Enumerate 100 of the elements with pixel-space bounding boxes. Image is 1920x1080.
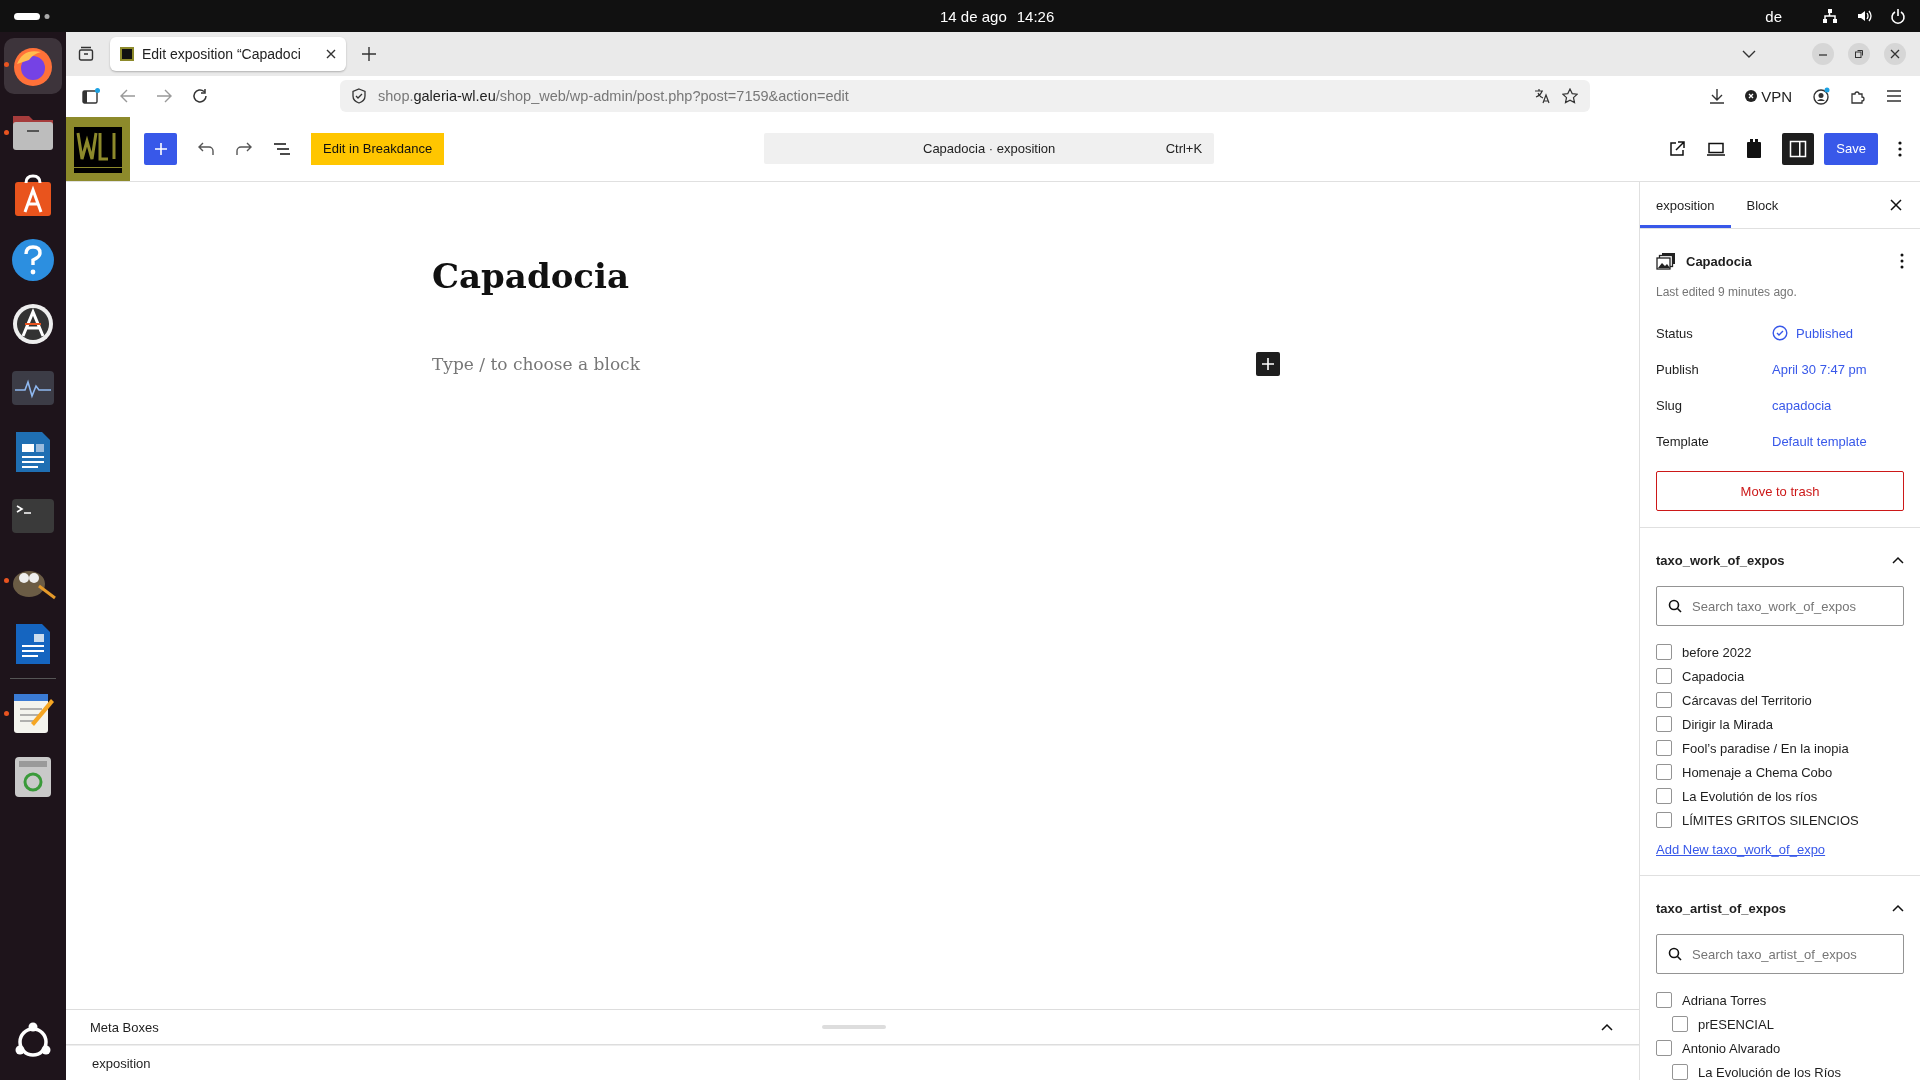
checkbox[interactable]: [1656, 644, 1672, 660]
site-logo-icon: [120, 47, 134, 61]
sidebar-icon[interactable]: [82, 88, 100, 104]
panel-title[interactable]: taxo_work_of_expos: [1656, 552, 1785, 568]
checkbox[interactable]: [1656, 764, 1672, 780]
star-icon[interactable]: [1562, 88, 1578, 104]
forward-icon[interactable]: [156, 89, 172, 103]
save-button[interactable]: Save: [1824, 132, 1878, 165]
keyboard-layout[interactable]: de: [1765, 7, 1782, 25]
field-link[interactable]: capadocia: [1772, 397, 1832, 413]
term-label: Cárcavas del Territorio: [1682, 692, 1812, 708]
activities-icon[interactable]: [14, 11, 50, 21]
chevron-down-icon[interactable]: [1742, 50, 1756, 58]
activity-monitor-icon[interactable]: [11, 370, 55, 406]
edit-in-breakdance-button[interactable]: Edit in Breakdance: [311, 132, 445, 165]
redo-icon[interactable]: [235, 141, 253, 156]
shield-icon: [352, 88, 366, 104]
settings-panel-toggle[interactable]: [1782, 132, 1815, 165]
back-icon[interactable]: [120, 89, 136, 103]
restore-button[interactable]: [1848, 43, 1870, 65]
more-options-icon[interactable]: [1898, 140, 1902, 157]
checkbox[interactable]: [1656, 668, 1672, 684]
field-label: Publish: [1656, 361, 1700, 377]
move-to-trash-button[interactable]: Move to trash: [1656, 471, 1904, 511]
close-icon[interactable]: [1890, 199, 1902, 211]
term-label: Homenaje a Chema Cobo: [1682, 764, 1833, 780]
restore-icon: [1854, 49, 1864, 59]
plus-icon: [152, 140, 169, 157]
search-icon: [1668, 599, 1682, 613]
laptop-icon[interactable]: [1706, 141, 1727, 156]
search-icon: [1668, 947, 1682, 961]
minimize-button[interactable]: [1812, 43, 1834, 65]
command-bar[interactable]: Capadocia · exposition Ctrl+K: [764, 133, 1215, 164]
updater-icon[interactable]: [11, 302, 55, 346]
checkbox[interactable]: [1656, 1040, 1672, 1056]
site-logo[interactable]: [66, 116, 130, 181]
volume-icon[interactable]: [1856, 8, 1872, 24]
more-options-icon[interactable]: [1900, 253, 1904, 269]
undo-icon[interactable]: [197, 141, 215, 156]
term-label: before 2022: [1682, 644, 1752, 660]
sidebar-tab[interactable]: Block: [1730, 182, 1795, 228]
status-link[interactable]: Published: [1772, 325, 1854, 341]
sidebar-panel-icon: [1789, 139, 1808, 158]
chevron-up-icon[interactable]: [1892, 556, 1904, 564]
writer-icon[interactable]: [14, 622, 52, 666]
term-label: Capadocia: [1682, 668, 1745, 684]
field-link[interactable]: Default template: [1772, 433, 1867, 449]
checkbox[interactable]: [1656, 812, 1672, 828]
reload-icon[interactable]: [192, 88, 208, 104]
check-circle-icon: [1772, 325, 1788, 341]
term-label: La Evolutión de los ríos: [1682, 788, 1818, 804]
new-tab-icon[interactable]: [362, 47, 376, 61]
gallery-icon: [1656, 252, 1676, 270]
network-icon[interactable]: [1822, 8, 1838, 24]
menu-icon[interactable]: [1886, 89, 1902, 103]
search-field[interactable]: Search taxo_artist_of_expos: [1656, 934, 1904, 974]
sidebar-tab[interactable]: exposition: [1640, 182, 1731, 228]
checkbox[interactable]: [1656, 788, 1672, 804]
translate-icon[interactable]: [1534, 88, 1550, 104]
close-button[interactable]: [1884, 43, 1906, 65]
chevron-up-icon[interactable]: [1601, 1023, 1613, 1031]
checkbox[interactable]: [1656, 740, 1672, 756]
checkbox[interactable]: [1656, 692, 1672, 708]
chevron-up-icon[interactable]: [1892, 904, 1904, 912]
help-icon[interactable]: [11, 238, 55, 282]
power-icon[interactable]: [1890, 8, 1906, 24]
browser-tab[interactable]: Edit exposition “Capadoci: [110, 37, 346, 71]
panel-title[interactable]: taxo_artist_of_expos: [1656, 900, 1787, 916]
add-term-link[interactable]: Add New taxo_work_of_expo: [1656, 842, 1904, 857]
add-block-button[interactable]: [144, 132, 177, 165]
breadcrumb[interactable]: exposition: [92, 1055, 151, 1071]
list-view-icon[interactable]: [273, 141, 291, 156]
close-icon[interactable]: [326, 49, 336, 59]
address-bar[interactable]: shop.galeria-wl.eu/shop_web/wp-admin/post.php?post=7159&action=edit: [340, 80, 1590, 112]
clipboard-icon[interactable]: [1746, 138, 1763, 159]
external-link-icon[interactable]: [1668, 139, 1687, 158]
block-placeholder[interactable]: Type / to choose a block: [432, 354, 640, 374]
term-label: Adriana Torres: [1682, 992, 1767, 1008]
download-icon[interactable]: [1709, 88, 1726, 104]
vpn-button[interactable]: VPN: [1745, 87, 1792, 105]
field-link[interactable]: April 30 7:47 pm: [1772, 361, 1867, 377]
document-icon[interactable]: [14, 430, 52, 474]
notepad-icon[interactable]: [11, 691, 55, 735]
checkbox[interactable]: [1656, 716, 1672, 732]
tab-overview-icon[interactable]: [78, 46, 94, 62]
block-inserter-button[interactable]: [1256, 352, 1280, 376]
post-title[interactable]: Capadocia: [432, 256, 1272, 296]
terminal-icon[interactable]: [11, 498, 55, 534]
last-edited-note: Last edited 9 minutes ago.: [1656, 285, 1798, 299]
shortcut-hint: Ctrl+K: [1165, 141, 1203, 156]
checkbox[interactable]: [1672, 1064, 1688, 1080]
checkbox[interactable]: [1672, 1016, 1688, 1032]
document-title: Capadocia · exposition: [923, 141, 1056, 156]
checkbox[interactable]: [1656, 992, 1672, 1008]
field-label: Status: [1656, 325, 1694, 341]
resize-handle[interactable]: [822, 1025, 886, 1029]
search-field[interactable]: Search taxo_work_of_expos: [1656, 586, 1904, 626]
bag-icon[interactable]: [13, 174, 53, 218]
account-icon[interactable]: [1812, 87, 1830, 105]
extensions-icon[interactable]: [1850, 88, 1866, 104]
